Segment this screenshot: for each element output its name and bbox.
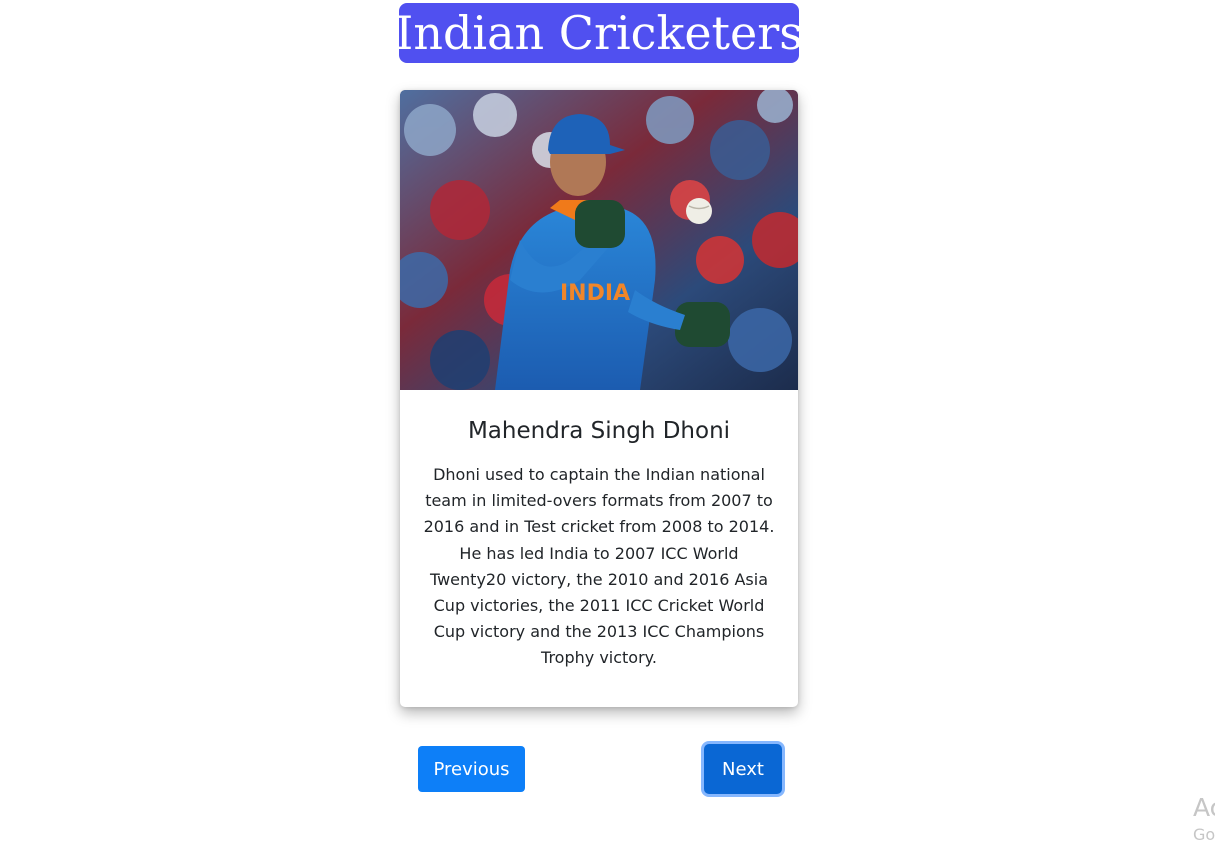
- player-name: Mahendra Singh Dhoni: [467, 418, 731, 444]
- player-photo: INDIA: [400, 90, 798, 390]
- next-button[interactable]: Next: [704, 744, 782, 794]
- activate-watermark: Ac Go: [1193, 792, 1215, 846]
- page-title: Indian Cricketers: [395, 6, 803, 60]
- card-body: Mahendra Singh Dhoni Dhoni used to capta…: [400, 390, 798, 672]
- player-description: Dhoni used to captain the Indian nationa…: [423, 465, 775, 668]
- previous-button[interactable]: Previous: [418, 746, 525, 792]
- watermark-line1: Ac: [1193, 793, 1215, 822]
- page-header: Indian Cricketers: [395, 3, 803, 63]
- player-card: INDIA Mahendra Singh Dhoni Dhoni used to…: [400, 90, 798, 707]
- jersey-text: INDIA: [560, 281, 630, 306]
- watermark-line2: Go: [1193, 825, 1215, 844]
